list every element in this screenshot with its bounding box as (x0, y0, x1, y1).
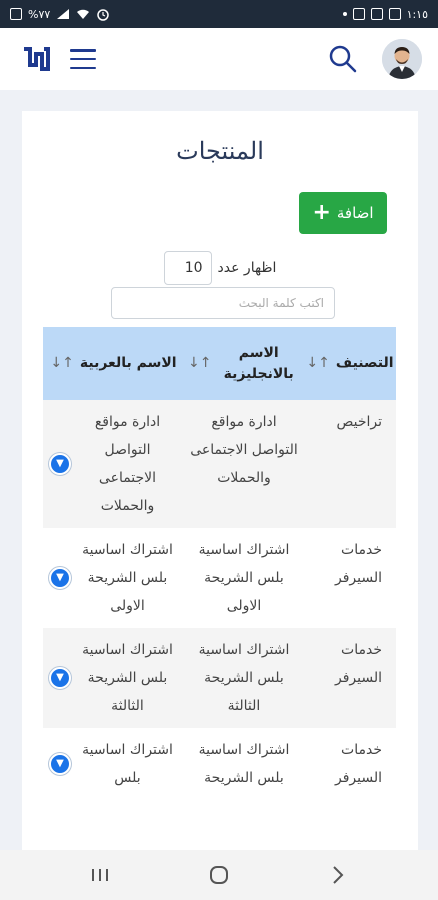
expand-row-icon[interactable]: ▼ (49, 567, 71, 589)
user-avatar[interactable] (382, 39, 422, 79)
cell-name-ar: اشتراك اساسية بلس الشريحة الثالثة ▼ (43, 628, 184, 728)
app-notification-icon (352, 8, 365, 20)
notification-dot-icon (342, 12, 347, 16)
download-icon (388, 8, 401, 20)
header-right (328, 39, 422, 79)
trash-icon (10, 8, 22, 20)
column-header-name-ar[interactable]: الاسم بالعربية ↑↓ (43, 327, 184, 400)
recent-apps-icon (91, 869, 108, 881)
plus-icon: + (312, 200, 331, 225)
signal-icon (57, 9, 70, 19)
table-row[interactable]: خدمات السيرفر اشتراك اساسية بلس الشريحة … (43, 628, 396, 728)
products-card: المنتجات + اضافة اظهار عدد التصنيف ↑↓ ال… (22, 111, 418, 851)
table-search-input[interactable] (111, 287, 335, 319)
column-header-name-en[interactable]: الاسم بالانجليزية ↑↓ (184, 327, 304, 400)
sort-icon: ↑↓ (188, 355, 212, 371)
column-label-category: التصنيف (335, 355, 394, 371)
cell-category: تراخيص (336, 414, 382, 430)
status-left: %٧٧ (10, 7, 110, 21)
add-product-button[interactable]: + اضافة (299, 192, 387, 234)
cell-name-ar-text: اشتراك اساسية بلس الشريحة الاولى (82, 542, 173, 614)
cell-name-en: ادارة مواقع التواصل الاجتماعى والحملات (190, 414, 298, 486)
status-bar: %٧٧ ١:١٥ (0, 0, 438, 28)
cell-category: خدمات السيرفر (334, 742, 382, 786)
page-length-input[interactable] (163, 251, 212, 285)
table-row[interactable]: تراخيص ادارة مواقع التواصل الاجتماعى وال… (43, 400, 396, 528)
wifi-icon (77, 9, 90, 19)
home-button[interactable] (199, 855, 239, 895)
expand-row-icon[interactable]: ▼ (49, 453, 71, 475)
recent-apps-button[interactable] (80, 855, 120, 895)
home-icon (209, 866, 228, 884)
back-button[interactable] (318, 855, 358, 895)
length-label: اظهار عدد (217, 260, 277, 276)
table-row[interactable]: خدمات السيرفر اشتراك اساسية بلس الشريحة … (43, 728, 396, 800)
cell-name-ar: اشتراك اساسية بلس الشريحة الاولى ▼ (43, 528, 184, 628)
page-title: المنتجات (176, 137, 264, 165)
expand-row-icon[interactable]: ▼ (49, 667, 71, 689)
cell-name-ar: ادارة مواقع التواصل الاجتماعى والحملات ▼ (43, 400, 184, 528)
battery-percent: %٧٧ (28, 7, 51, 21)
cell-name-en: اشتراك اساسية بلس الشريحة (198, 742, 290, 786)
cell-name-en: اشتراك اساسية بلس الشريحة الثالثة (198, 642, 290, 714)
system-nav-bar (0, 850, 438, 900)
column-label-name-ar: الاسم بالعربية (79, 355, 177, 371)
alarm-icon (97, 9, 110, 21)
clock: ١:١٥ (406, 7, 428, 21)
cell-category: خدمات السيرفر (334, 642, 382, 686)
app-header (0, 28, 438, 90)
add-button-label: اضافة (336, 204, 374, 222)
cell-name-ar-text: اشتراك اساسية بلس الشريحة الثالثة (82, 642, 173, 714)
page-length-control: اظهار عدد (22, 251, 418, 285)
sort-icon: ↑↓ (306, 355, 330, 371)
cell-name-ar-text: ادارة مواقع التواصل الاجتماعى والحملات (94, 414, 161, 514)
table-header-row: التصنيف ↑↓ الاسم بالانجليزية ↑↓ الاسم با… (43, 327, 396, 400)
hamburger-menu-icon[interactable] (70, 49, 96, 69)
cell-name-ar: اشتراك اساسية بلس ▼ (43, 728, 184, 800)
cell-category: خدمات السيرفر (334, 542, 382, 586)
column-label-name-en: الاسم بالانجليزية (223, 344, 294, 382)
cell-name-en: اشتراك اساسية بلس الشريحة الاولى (198, 542, 290, 614)
back-icon (333, 866, 344, 884)
sort-asc-icon: ↑↓ (50, 355, 74, 371)
cell-name-ar-text: اشتراك اساسية بلس (82, 742, 173, 786)
avatar-image (382, 39, 422, 79)
header-left (22, 45, 96, 73)
brand-logo-icon[interactable] (22, 45, 50, 73)
column-header-category[interactable]: التصنيف ↑↓ (304, 327, 396, 400)
gallery-icon (370, 8, 383, 20)
table-row[interactable]: خدمات السيرفر اشتراك اساسية بلس الشريحة … (43, 528, 396, 628)
expand-row-icon[interactable]: ▼ (49, 753, 71, 775)
status-right: ١:١٥ (342, 7, 428, 21)
search-icon[interactable] (328, 44, 358, 74)
products-table: التصنيف ↑↓ الاسم بالانجليزية ↑↓ الاسم با… (43, 327, 396, 800)
